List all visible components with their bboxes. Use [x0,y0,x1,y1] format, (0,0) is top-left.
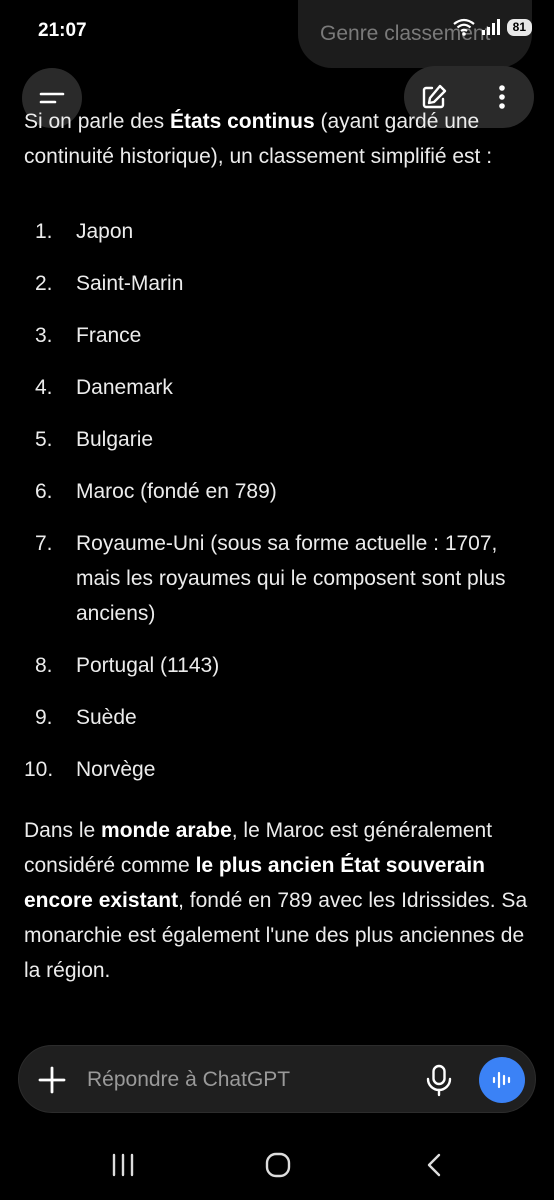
list-item: 3. France [35,324,142,347]
signal-icon [481,19,500,35]
recents-icon[interactable] [108,1152,138,1178]
assistant-message: Si on parle des États continus (ayant ga… [24,104,536,988]
message-outro: Dans le monde arabe, le Maroc est généra… [24,819,528,982]
status-icons: 81 [452,18,532,36]
reply-input[interactable] [87,1066,407,1094]
status-bar: 21:07 Genre classement 81 [0,0,554,68]
wifi-icon [452,18,475,36]
back-icon[interactable] [422,1152,446,1178]
list-item: 8. Portugal (1143) [35,654,220,677]
system-nav-bar [0,1130,554,1200]
list-item: 9. Suède [35,706,137,729]
list-item: 10. Norvège [24,758,156,781]
composer-bar [18,1045,536,1113]
microphone-icon[interactable] [421,1062,457,1098]
message-intro: Si on parle des États continus (ayant ga… [24,110,493,168]
list-item: 5. Bulgarie [35,428,154,451]
voice-mode-button[interactable] [479,1057,525,1103]
list-item: 1. Japon [35,220,134,243]
list-item: 2. Saint-Marin [35,272,184,295]
ranking-list: 1. Japon 2. Saint-Marin 3. France 4. Danemar… [24,214,536,787]
list-item: 4. Danemark [35,376,173,399]
battery-icon: 81 [506,18,532,36]
plus-icon[interactable] [35,1063,69,1097]
home-icon[interactable] [264,1151,292,1179]
voice-mode-icon [492,1071,511,1089]
list-item: 7. Royaume-Uni (sous sa forme actuelle : … [35,532,506,625]
status-time: 21:07 [38,20,87,41]
list-item: 6. Maroc (fondé en 789) [35,480,277,503]
